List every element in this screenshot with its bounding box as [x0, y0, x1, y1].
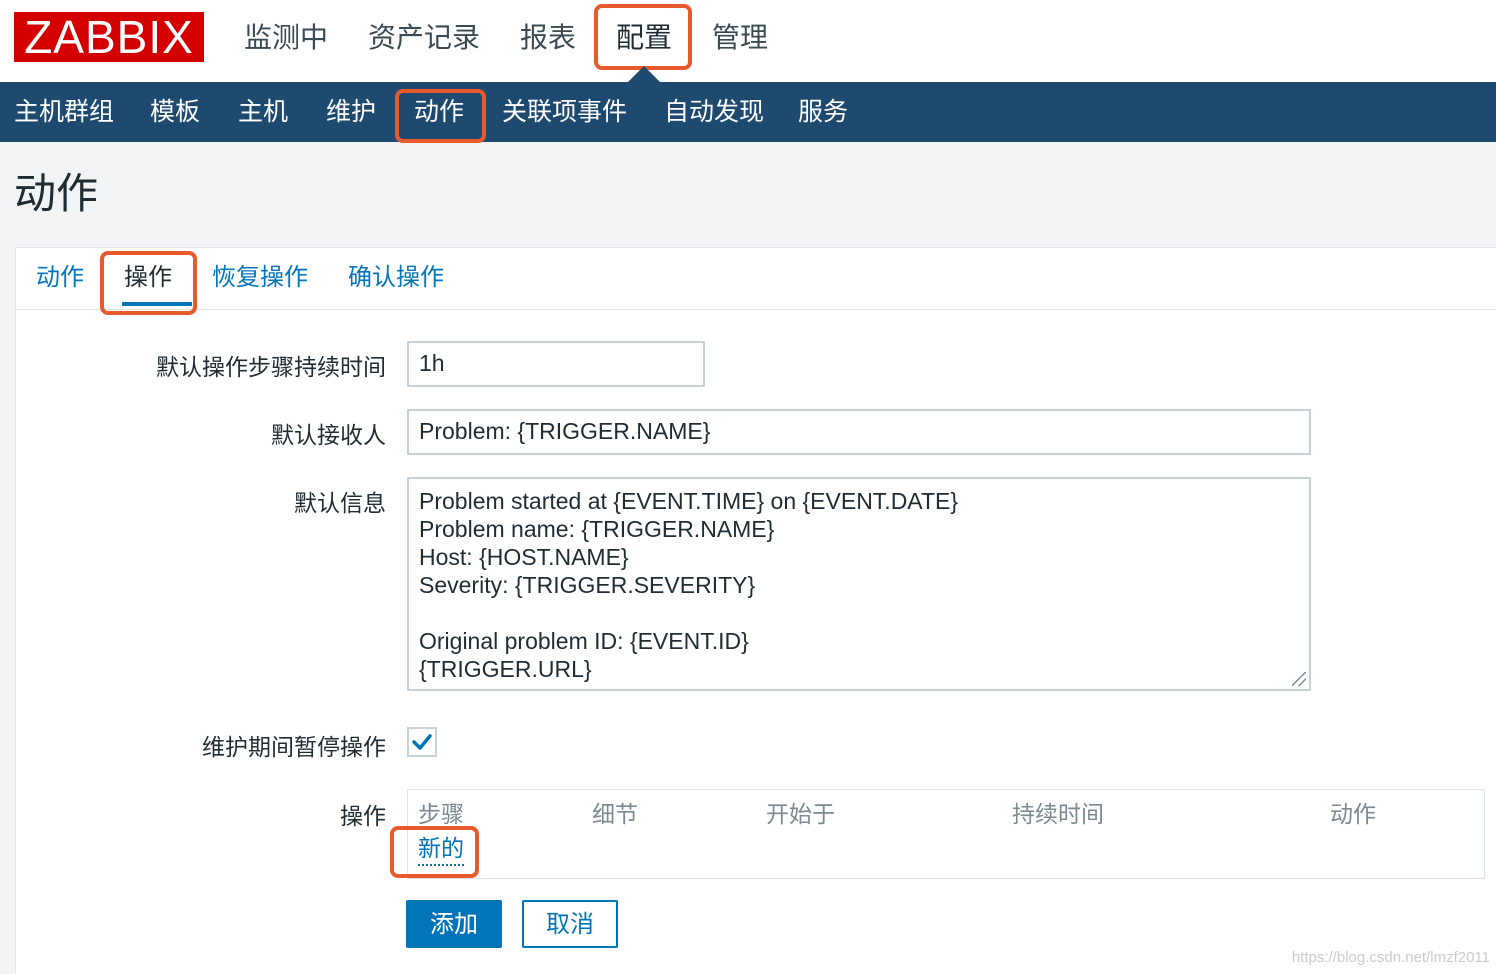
active-menu-pointer: [628, 66, 660, 82]
column-header-start-in: 开始于: [766, 802, 835, 828]
tab-acknowledge-operations[interactable]: 确认操作: [348, 260, 444, 294]
column-header-details: 细节: [592, 802, 638, 828]
subnav-event-correlation[interactable]: 关联项事件: [502, 92, 627, 132]
subnav-host-groups[interactable]: 主机群组: [14, 92, 114, 132]
sub-navigation: 主机群组 模板 主机 维护 动作 关联项事件 自动发现 服务: [0, 82, 1496, 142]
topnav-inventory[interactable]: 资产记录: [368, 18, 480, 58]
column-header-action: 动作: [1330, 802, 1376, 828]
pause-during-maintenance-label: 维护期间暂停操作: [202, 735, 386, 761]
default-message-text: Problem started at {EVENT.TIME} on {EVEN…: [419, 488, 959, 682]
subnav-hosts[interactable]: 主机: [238, 92, 288, 132]
default-message-textarea[interactable]: Problem started at {EVENT.TIME} on {EVEN…: [407, 477, 1311, 691]
default-recipient-label: 默认接收人: [271, 423, 386, 449]
default-message-label: 默认信息: [294, 491, 386, 517]
watermark: https://blog.csdn.net/lmzf2011: [1291, 949, 1490, 966]
topnav-reports[interactable]: 报表: [520, 18, 576, 58]
step-duration-label: 默认操作步骤持续时间: [156, 355, 386, 381]
column-header-steps: 步骤: [418, 802, 464, 828]
tab-action[interactable]: 动作: [36, 260, 84, 294]
step-duration-input[interactable]: 1h: [407, 341, 705, 387]
operations-label: 操作: [340, 804, 386, 830]
page-title: 动作: [14, 169, 99, 218]
add-button[interactable]: 添加: [406, 900, 502, 948]
subnav-actions[interactable]: 动作: [414, 92, 464, 132]
new-operation-link[interactable]: 新的: [418, 834, 464, 866]
subnav-templates[interactable]: 模板: [150, 92, 200, 132]
checkmark-icon: [412, 734, 432, 750]
active-tab-indicator: [122, 302, 192, 306]
default-subject-input[interactable]: Problem: {TRIGGER.NAME}: [407, 409, 1311, 455]
subnav-services[interactable]: 服务: [798, 92, 848, 132]
zabbix-logo[interactable]: ZABBIX: [14, 12, 204, 62]
column-header-duration: 持续时间: [1012, 802, 1104, 828]
resize-handle-icon[interactable]: [1292, 672, 1306, 686]
topnav-monitoring[interactable]: 监测中: [244, 18, 328, 58]
tab-operations[interactable]: 操作: [124, 260, 172, 294]
operations-table: [407, 789, 1485, 879]
top-header: ZABBIX 监测中 资产记录 报表 配置 管理: [0, 0, 1496, 82]
tabs-divider: [15, 309, 1496, 310]
tab-recovery-operations[interactable]: 恢复操作: [212, 260, 308, 294]
cancel-button[interactable]: 取消: [522, 900, 618, 948]
subnav-discovery[interactable]: 自动发现: [664, 92, 764, 132]
topnav-administration[interactable]: 管理: [712, 18, 768, 58]
pause-during-maintenance-checkbox[interactable]: [407, 727, 437, 757]
subnav-maintenance[interactable]: 维护: [326, 92, 376, 132]
topnav-configuration[interactable]: 配置: [616, 18, 672, 58]
